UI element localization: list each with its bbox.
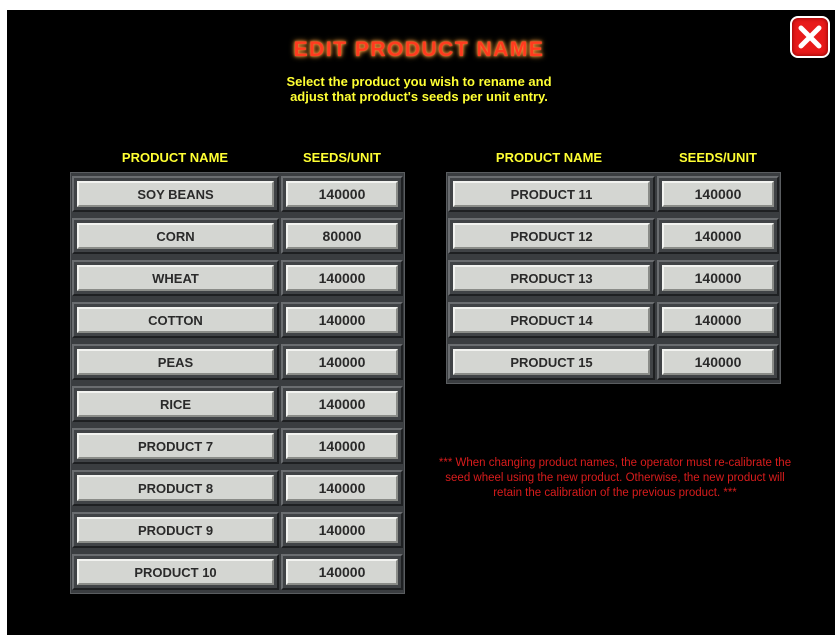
- table-row: PRODUCT 10 140000: [71, 551, 404, 593]
- seeds-per-unit-button[interactable]: 140000: [662, 307, 774, 333]
- table-row: PRODUCT 7 140000: [71, 425, 404, 467]
- table-row: SOY BEANS 140000: [71, 173, 404, 215]
- table-row: PRODUCT 11 140000: [447, 173, 780, 215]
- table-row: PRODUCT 15 140000: [447, 341, 780, 383]
- seeds-per-unit-button[interactable]: 140000: [662, 223, 774, 249]
- table-row: PRODUCT 8 140000: [71, 467, 404, 509]
- table-row: PEAS 140000: [71, 341, 404, 383]
- name-cell: PRODUCT 15: [448, 344, 655, 380]
- name-cell: WHEAT: [72, 260, 279, 296]
- name-cell: CORN: [72, 218, 279, 254]
- table-row: WHEAT 140000: [71, 257, 404, 299]
- table-row: PRODUCT 12 140000: [447, 215, 780, 257]
- product-name-button[interactable]: RICE: [77, 391, 274, 417]
- name-cell: SOY BEANS: [72, 176, 279, 212]
- subtitle-line-1: Select the product you wish to rename an…: [286, 74, 552, 89]
- product-name-button[interactable]: CORN: [77, 223, 274, 249]
- left-product-table: SOY BEANS 140000 CORN 80000 WHEAT 140000…: [70, 172, 405, 594]
- product-name-button[interactable]: PRODUCT 13: [453, 265, 650, 291]
- table-row: RICE 140000: [71, 383, 404, 425]
- seeds-cell: 140000: [281, 386, 403, 422]
- seeds-per-unit-button[interactable]: 140000: [662, 181, 774, 207]
- name-cell: PRODUCT 7: [72, 428, 279, 464]
- table-row: COTTON 140000: [71, 299, 404, 341]
- seeds-cell: 140000: [281, 344, 403, 380]
- seeds-per-unit-button[interactable]: 140000: [286, 391, 398, 417]
- table-row: PRODUCT 14 140000: [447, 299, 780, 341]
- product-name-button[interactable]: SOY BEANS: [77, 181, 274, 207]
- table-row: CORN 80000: [71, 215, 404, 257]
- name-cell: PRODUCT 9: [72, 512, 279, 548]
- name-cell: PEAS: [72, 344, 279, 380]
- name-cell: PRODUCT 13: [448, 260, 655, 296]
- table-row: PRODUCT 9 140000: [71, 509, 404, 551]
- seeds-per-unit-button[interactable]: 140000: [662, 349, 774, 375]
- seeds-per-unit-button[interactable]: 140000: [286, 265, 398, 291]
- name-cell: PRODUCT 11: [448, 176, 655, 212]
- seeds-cell: 140000: [281, 470, 403, 506]
- name-cell: PRODUCT 10: [72, 554, 279, 590]
- seeds-cell: 140000: [657, 260, 779, 296]
- seeds-cell: 140000: [281, 512, 403, 548]
- seeds-per-unit-button[interactable]: 140000: [286, 517, 398, 543]
- seeds-cell: 140000: [657, 344, 779, 380]
- seeds-per-unit-button[interactable]: 140000: [286, 433, 398, 459]
- seeds-cell: 140000: [281, 428, 403, 464]
- product-name-button[interactable]: PRODUCT 9: [77, 517, 274, 543]
- seeds-cell: 140000: [281, 260, 403, 296]
- product-name-button[interactable]: WHEAT: [77, 265, 274, 291]
- product-name-button[interactable]: PRODUCT 11: [453, 181, 650, 207]
- page-title: EDIT PRODUCT NAME: [293, 38, 545, 61]
- seeds-cell: 80000: [281, 218, 403, 254]
- close-button[interactable]: [790, 16, 830, 58]
- seeds-per-unit-button[interactable]: 140000: [286, 181, 398, 207]
- product-name-button[interactable]: COTTON: [77, 307, 274, 333]
- seeds-cell: 140000: [281, 554, 403, 590]
- seeds-per-unit-button[interactable]: 140000: [286, 307, 398, 333]
- seeds-per-unit-button[interactable]: 140000: [662, 265, 774, 291]
- product-name-button[interactable]: PRODUCT 7: [77, 433, 274, 459]
- right-header-product-name: PRODUCT NAME: [495, 150, 603, 165]
- product-name-button[interactable]: PRODUCT 14: [453, 307, 650, 333]
- right-product-table: PRODUCT 11 140000 PRODUCT 12 140000 PROD…: [446, 172, 781, 384]
- seeds-per-unit-button[interactable]: 140000: [286, 349, 398, 375]
- name-cell: COTTON: [72, 302, 279, 338]
- seeds-per-unit-button[interactable]: 80000: [286, 223, 398, 249]
- left-header-seeds-unit: SEEDS/UNIT: [302, 150, 381, 165]
- seeds-cell: 140000: [657, 176, 779, 212]
- page-subtitle: Select the product you wish to rename an…: [0, 74, 838, 104]
- name-cell: PRODUCT 14: [448, 302, 655, 338]
- product-name-button[interactable]: PRODUCT 12: [453, 223, 650, 249]
- product-name-button[interactable]: PRODUCT 8: [77, 475, 274, 501]
- seeds-cell: 140000: [281, 176, 403, 212]
- name-cell: PRODUCT 12: [448, 218, 655, 254]
- left-header-product-name: PRODUCT NAME: [121, 150, 229, 165]
- name-cell: PRODUCT 8: [72, 470, 279, 506]
- calibration-warning-note: *** When changing product names, the ope…: [438, 457, 792, 499]
- seeds-cell: 140000: [657, 218, 779, 254]
- table-row: PRODUCT 13 140000: [447, 257, 780, 299]
- name-cell: RICE: [72, 386, 279, 422]
- seeds-per-unit-button[interactable]: 140000: [286, 475, 398, 501]
- product-name-button[interactable]: PRODUCT 15: [453, 349, 650, 375]
- subtitle-line-2: adjust that product's seeds per unit ent…: [290, 89, 548, 104]
- close-x-icon: [798, 25, 822, 49]
- right-header-seeds-unit: SEEDS/UNIT: [678, 150, 757, 165]
- product-name-button[interactable]: PEAS: [77, 349, 274, 375]
- seeds-cell: 140000: [281, 302, 403, 338]
- seeds-per-unit-button[interactable]: 140000: [286, 559, 398, 585]
- seeds-cell: 140000: [657, 302, 779, 338]
- product-name-button[interactable]: PRODUCT 10: [77, 559, 274, 585]
